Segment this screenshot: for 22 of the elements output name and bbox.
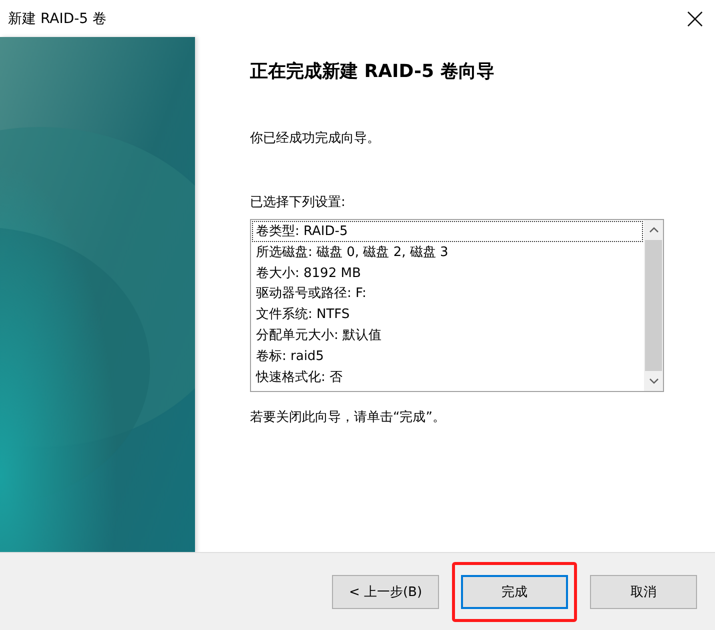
settings-label: 已选择下列设置: [250,194,346,211]
scrollbar-thumb[interactable] [645,240,662,371]
dialog-button[interactable]: 取消 [590,574,697,608]
list-item[interactable]: 驱动器号或路径: F: [252,283,643,304]
list-item[interactable]: 卷大小: 8192 MB [252,262,643,284]
list-item[interactable]: 快速格式化: 否 [252,366,643,388]
scroll-up-icon[interactable] [648,227,658,233]
intro-text: 你已经成功完成向导。 [250,130,381,147]
dialog-button[interactable]: 完成 [461,574,568,608]
window-title: 新建 RAID-5 卷 [8,10,107,28]
list-item[interactable]: 分配单元大小: 默认值 [252,324,643,346]
close-icon[interactable] [687,10,703,26]
wizard-heading: 正在完成新建 RAID-5 卷向导 [250,60,496,83]
settings-list[interactable]: 卷类型: RAID-5 所选磁盘: 磁盘 0, 磁盘 2, 磁盘 3 卷大小: 8192 MB 驱动器号或路径: F: 文件系统: NTFS 分配单元大小: 默认值 卷标: raid5 快速格式化: 否 [250,219,664,392]
scroll-down-icon[interactable] [648,378,658,384]
hint-text: 若要关闭此向导，请单击“完成”。 [250,409,446,426]
list-item[interactable]: 所选磁盘: 磁盘 0, 磁盘 2, 磁盘 3 [252,242,643,263]
dialog-button[interactable]: < 上一步(B) [332,574,439,608]
scrollbar[interactable] [644,220,663,391]
list-item[interactable]: 文件系统: NTFS [252,304,643,325]
list-item[interactable]: 卷标: raid5 [252,346,643,367]
list-item[interactable]: 卷类型: RAID-5 [252,221,643,242]
